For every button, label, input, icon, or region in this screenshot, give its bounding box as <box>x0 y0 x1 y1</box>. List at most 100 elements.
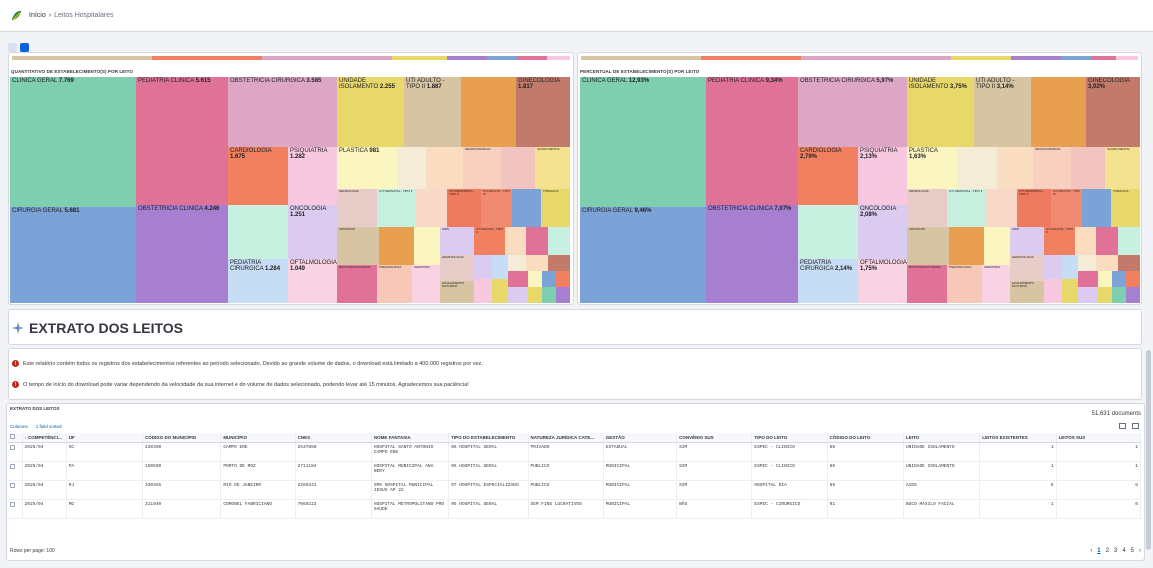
tile-blue-small[interactable] <box>512 189 541 227</box>
tile-pediatria-cirurgica[interactable]: PEDIATRIA CIRURGICA 1.284 <box>228 259 288 303</box>
ptile-pediatria-cirurgica[interactable]: PEDIATRIA CIRURGICA 2,14% <box>798 259 858 303</box>
col-municipio[interactable]: MUNICÍPIO <box>220 433 296 443</box>
ptile-m9[interactable] <box>1098 271 1112 287</box>
ptile-light-salmon[interactable] <box>985 189 1017 227</box>
flag-leaf-icon[interactable] <box>10 9 23 22</box>
ptile-orange-small[interactable] <box>949 227 984 265</box>
col-convenio-sus[interactable]: CONVÊNIO SUS <box>676 433 753 443</box>
tile-cirurgia-geral[interactable]: CIRURGIA GERAL 5.681 <box>10 207 136 303</box>
ptile-beige[interactable] <box>957 147 997 189</box>
ptile-hematologia[interactable]: HEMATOLOGIA <box>1010 255 1044 281</box>
col-codigo-leito[interactable]: CÓDIGO DO LEITO <box>827 433 904 443</box>
table-row[interactable]: 2025/04 MG 311940 CORONEL FABRICIANO 7069223… <box>8 499 1142 519</box>
tile-m2[interactable] <box>492 255 508 279</box>
ptile-geriatria[interactable]: GERIATRIA <box>982 265 1010 303</box>
col-natureza-juridica[interactable]: NATUREZA JURÍDICA CATE... <box>528 433 604 443</box>
tile-mint[interactable] <box>228 205 288 259</box>
page-1[interactable]: 1 <box>1097 548 1100 554</box>
tile-aids[interactable]: AIDS <box>440 227 474 255</box>
ptile-m8[interactable] <box>1078 271 1098 287</box>
ptile-uti-adulto-ii[interactable]: UTI ADULTO - TIPO II 3,14% <box>974 77 1031 147</box>
tile-saude-mental[interactable]: SAUDE MENTAL <box>535 147 570 189</box>
row-select-checkbox[interactable] <box>8 499 23 519</box>
ptile-peach-small[interactable] <box>1075 227 1096 255</box>
tile-orange[interactable] <box>461 77 516 147</box>
tile-m1[interactable] <box>474 255 492 279</box>
ptile-m10[interactable] <box>1112 271 1126 287</box>
ptile-m3[interactable] <box>1078 255 1096 271</box>
ptile-rose[interactable] <box>1071 147 1105 189</box>
tile-pink-small[interactable] <box>526 227 548 255</box>
ptile-uti-adulto-cov[interactable]: UTI ADULTO - TIPO II <box>1044 227 1075 255</box>
tile-neurocirurgia[interactable]: NEUROCIRURGIA <box>463 147 501 189</box>
tile-oftalmologia[interactable]: OFTALMOLOGIA 1.049 <box>288 259 337 303</box>
ptile-obstetricia-cirurgica[interactable]: OBSTETRICIA CIRURGICA 5,97% <box>798 77 907 147</box>
tile-cardiologia[interactable]: CARDIOLOGIA 1.675 <box>228 147 288 205</box>
row-select-checkbox[interactable] <box>8 480 23 500</box>
tile-m13[interactable] <box>528 287 542 303</box>
fullscreen-icon[interactable] <box>1132 423 1139 429</box>
ptile-cream[interactable] <box>984 227 1010 265</box>
ptile-cronicos[interactable]: CRONICOS <box>907 227 949 265</box>
ptile-mint[interactable] <box>798 205 858 259</box>
tile-light-salmon[interactable] <box>415 189 447 227</box>
ptile-m1[interactable] <box>1044 255 1062 279</box>
tile-nefrologia[interactable]: NEFROLOGIA <box>337 189 377 227</box>
tile-rose[interactable] <box>501 147 535 189</box>
ptile-nefrologia[interactable]: NEFROLOGIA <box>907 189 947 227</box>
tile-m12[interactable] <box>508 287 528 303</box>
tile-hematologia[interactable]: HEMATOLOGIA <box>440 255 474 281</box>
ptile-obstetricia-clinica[interactable]: OBSTETRICIA CLINICA 7,07% <box>706 205 798 303</box>
tile-uti-neonatal[interactable]: UTI NEONATAL - TIPO II <box>377 189 415 227</box>
tile-m15[interactable] <box>556 287 570 303</box>
tile-psiquiatria[interactable]: PSIQUIATRIA 1.282 <box>288 147 337 205</box>
tile-m7[interactable] <box>492 279 508 303</box>
tile-uti-adulto-ii[interactable]: UTI ADULTO - TIPO II 1.887 <box>404 77 461 147</box>
ptile-unidade-isolamento[interactable]: UNIDADE ISOLAMENTO 3,75% <box>907 77 974 147</box>
ptile-psiquiatria[interactable]: PSIQUIATRIA 2,13% <box>858 147 907 205</box>
tile-peach[interactable] <box>426 147 463 189</box>
density-icon[interactable] <box>1119 423 1126 429</box>
ptile-m15[interactable] <box>1126 287 1140 303</box>
row-select-checkbox[interactable] <box>8 442 23 462</box>
tile-obstetricia-cirurgica[interactable]: OBSTETRICIA CIRURGICA 3.585 <box>228 77 337 147</box>
ptile-m4[interactable] <box>1096 255 1118 271</box>
ptile-m11[interactable] <box>1126 271 1140 287</box>
row-select-checkbox[interactable] <box>8 461 23 481</box>
tile-m9[interactable] <box>528 271 542 287</box>
col-leitos-existentes[interactable]: LEITOS EXISTENTES <box>979 433 1057 443</box>
ptile-saude-mental[interactable]: SAUDE MENTAL <box>1105 147 1140 189</box>
col-leitos-sus[interactable]: LEITOS SUS <box>1056 433 1142 443</box>
table-row[interactable]: 2025/04 PA 150590 PORTO DE MOZ 2711184 HOSPIT… <box>8 461 1142 481</box>
tile-clinica-geral[interactable]: CLINICA GERAL 7.769 <box>10 77 136 207</box>
next-page-button[interactable]: › <box>1139 548 1141 554</box>
page-3[interactable]: 3 <box>1114 548 1117 554</box>
ptile-m12[interactable] <box>1078 287 1098 303</box>
ptile-blue-small[interactable] <box>1082 189 1111 227</box>
ptile-oncologia[interactable]: ONCOLOGIA 2,08% <box>858 205 907 259</box>
ptile-m6[interactable] <box>1044 279 1062 303</box>
tile-pediatria-clinica[interactable]: PEDIATRIA CLINICA 5.615 <box>136 77 228 205</box>
col-nome-fantasia[interactable]: NOME FANTASIA <box>371 433 450 443</box>
tile-m8[interactable] <box>508 271 528 287</box>
tile-beige[interactable] <box>397 147 426 189</box>
tile-uti-adulto-cov[interactable]: UTI ADULTO - TIPO II <box>474 227 505 255</box>
tile-acolhimento[interactable]: ACOLHIMENTO NOTURNO <box>440 281 474 303</box>
page-4[interactable]: 4 <box>1122 548 1125 554</box>
table-row[interactable]: 2025/04 RJ 330455 RIO DE JANEIRO 2269341 SMS … <box>8 480 1142 500</box>
ptile-pediatria-clinica[interactable]: PEDIATRIA CLINICA 9,34% <box>706 77 798 205</box>
tile-buco[interactable]: BUCO MAXILO FACIAL <box>337 265 377 303</box>
col-uf[interactable]: UF <box>66 433 144 443</box>
ptile-clinica-geral[interactable]: CLINICA GERAL 12,93% <box>580 77 706 207</box>
col-tipo-estabelecimento[interactable]: TIPO DO ESTABELECIMENTO <box>448 433 529 443</box>
col-tipo-leito[interactable]: TIPO DO LEITO <box>751 433 828 443</box>
ptile-plastica[interactable]: PLASTICA 1,63% <box>907 147 957 189</box>
col-cnes[interactable]: CNES <box>295 433 372 443</box>
tile-cronicos[interactable]: CRONICOS <box>337 227 379 265</box>
columns-button[interactable]: Columns <box>10 424 28 429</box>
ptile-peach[interactable] <box>997 147 1033 189</box>
tile-pneumologia[interactable]: PNEUMOLOGIA <box>377 265 412 303</box>
tile-uti-adulto-iii[interactable]: UTI ADULTO - TIPO III <box>481 189 512 227</box>
tile-mint-small[interactable] <box>548 227 570 255</box>
ptile-toracica[interactable]: TORACICA <box>1111 189 1140 227</box>
